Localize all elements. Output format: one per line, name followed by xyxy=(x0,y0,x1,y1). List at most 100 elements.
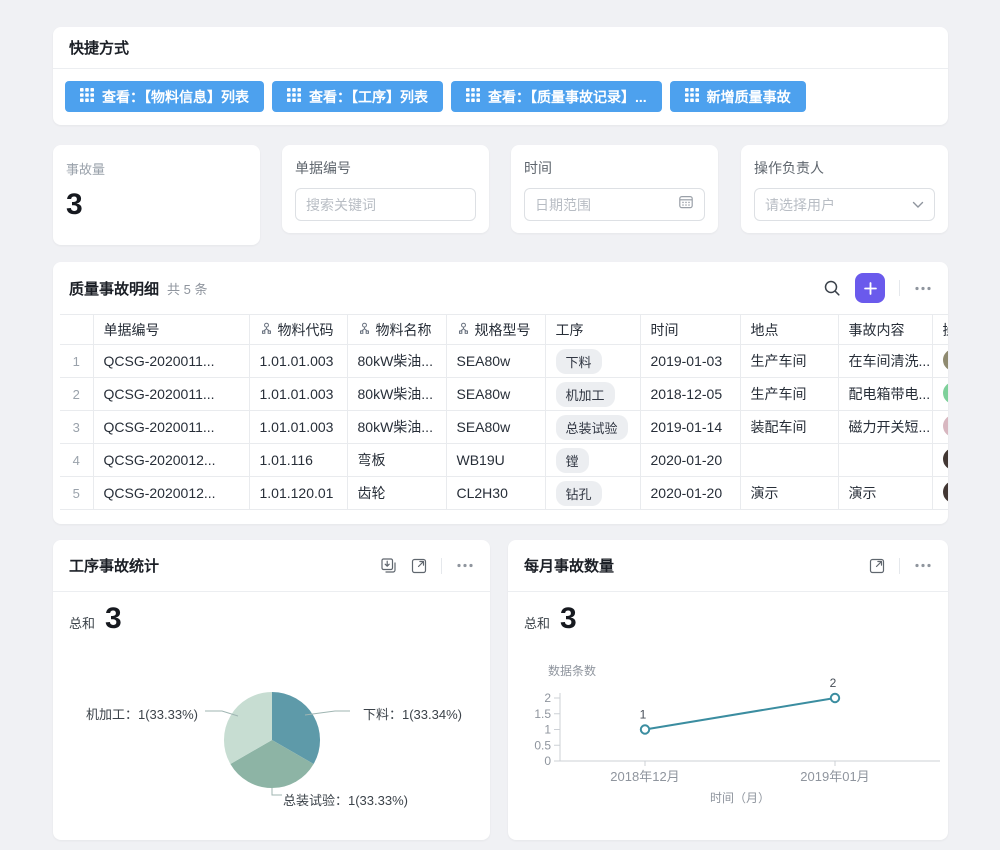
column-header-content[interactable]: 事故内容 xyxy=(838,315,932,345)
cell-spec: SEA80w xyxy=(446,378,545,411)
cell-content: 演示 xyxy=(838,477,932,510)
cell-mat_code: 1.01.01.003 xyxy=(249,378,347,411)
column-header-spec[interactable]: 规格型号 xyxy=(446,315,545,345)
avatar[interactable] xyxy=(943,481,949,503)
process-tag: 下料 xyxy=(556,349,602,374)
pie-leader-line xyxy=(272,788,282,795)
cell-mat_name: 80kW柴油... xyxy=(347,411,446,444)
avatar[interactable] xyxy=(943,382,949,404)
y-tick-label: 0 xyxy=(544,754,551,768)
cell-code: QCSG-2020011... xyxy=(93,378,249,411)
data-point[interactable] xyxy=(831,694,839,702)
cell-place xyxy=(740,444,838,477)
avatar[interactable] xyxy=(943,349,949,371)
cell-num: 3 xyxy=(60,411,93,444)
x-axis-title: 时间（月） xyxy=(710,791,770,805)
table-row[interactable]: 5QCSG-2020012...1.01.120.01齿轮CL2H30钻孔202… xyxy=(60,477,948,510)
cell-process: 钻孔 xyxy=(545,477,640,510)
y-tick-label: 2 xyxy=(544,691,551,705)
expand-icon[interactable] xyxy=(411,558,427,574)
x-tick-label: 2018年12月 xyxy=(610,769,679,784)
chevron-down-icon xyxy=(912,196,924,214)
cell-mat_code: 1.01.116 xyxy=(249,444,347,477)
expand-icon[interactable] xyxy=(869,558,885,574)
cell-num: 1 xyxy=(60,345,93,378)
column-header-num[interactable] xyxy=(60,315,93,345)
more-options-icon[interactable] xyxy=(914,286,932,291)
export-image-icon[interactable] xyxy=(380,557,397,574)
cell-code: QCSG-2020012... xyxy=(93,477,249,510)
avatar[interactable] xyxy=(943,415,949,437)
add-quality-incident-button[interactable]: 新增质量事故 xyxy=(670,81,806,112)
cell-code: QCSG-2020011... xyxy=(93,411,249,444)
cell-mat_name: 弯板 xyxy=(347,444,446,477)
grid-icon xyxy=(80,88,94,105)
pie-chart xyxy=(53,620,490,850)
table-row[interactable]: 2QCSG-2020011...1.01.01.00380kW柴油...SEA8… xyxy=(60,378,948,411)
cell-process: 机加工 xyxy=(545,378,640,411)
table-toolbar: 质量事故明细 共 5 条 xyxy=(53,262,948,314)
table-title: 质量事故明细 xyxy=(69,278,159,299)
cell-time: 2020-01-20 xyxy=(640,477,740,510)
relation-icon xyxy=(260,322,273,338)
cell-place: 生产车间 xyxy=(740,378,838,411)
x-tick-label: 2019年01月 xyxy=(800,769,869,784)
operator-select[interactable]: 请选择用户 xyxy=(754,188,935,221)
cell-time: 2019-01-14 xyxy=(640,411,740,444)
cell-process: 总装试验 xyxy=(545,411,640,444)
cell-process: 镗 xyxy=(545,444,640,477)
more-options-icon[interactable] xyxy=(456,563,474,568)
column-header-code[interactable]: 单据编号 xyxy=(93,315,249,345)
cell-num: 2 xyxy=(60,378,93,411)
cell-mat_code: 1.01.01.003 xyxy=(249,345,347,378)
date-range-picker[interactable]: 日期范围 xyxy=(524,188,705,221)
column-header-mat_name[interactable]: 物料名称 xyxy=(347,315,446,345)
cell-place: 装配车间 xyxy=(740,411,838,444)
incident-count-card: 事故量 3 xyxy=(53,145,260,245)
add-record-button[interactable] xyxy=(855,273,885,303)
shortcuts-card: 快捷方式 查看：【物料信息】列表 查看：【工序】列表 查看：【质量事故记录】..… xyxy=(53,27,948,125)
doc-no-filter-label: 单据编号 xyxy=(282,145,489,178)
y-axis-title: 数据条数 xyxy=(548,663,596,678)
doc-no-search-input[interactable] xyxy=(306,197,465,213)
chart-toolbar-divider xyxy=(899,558,900,574)
operator-filter-label: 操作负责人 xyxy=(741,145,948,178)
column-header-mat_code[interactable]: 物料代码 xyxy=(249,315,347,345)
relation-icon xyxy=(358,322,371,338)
button-label: 查看：【质量事故记录】... xyxy=(488,87,647,107)
cell-num: 4 xyxy=(60,444,93,477)
column-header-avatar[interactable]: 操作负责人 xyxy=(932,315,948,345)
column-header-process[interactable]: 工序 xyxy=(545,315,640,345)
view-quality-records-button[interactable]: 查看：【质量事故记录】... xyxy=(451,81,662,112)
cell-time: 2019-01-03 xyxy=(640,345,740,378)
more-options-icon[interactable] xyxy=(914,563,932,568)
button-label: 新增质量事故 xyxy=(707,87,791,107)
table-row[interactable]: 1QCSG-2020011...1.01.01.00380kW柴油...SEA8… xyxy=(60,345,948,378)
operator-select-placeholder: 请选择用户 xyxy=(765,195,906,215)
view-process-list-button[interactable]: 查看：【工序】列表 xyxy=(272,81,443,112)
process-tag: 机加工 xyxy=(556,382,615,407)
pie-label-jijiagong: 机加工：1(33.33%) xyxy=(86,704,198,723)
view-material-list-button[interactable]: 查看：【物料信息】列表 xyxy=(65,81,264,112)
cell-place: 生产车间 xyxy=(740,345,838,378)
quality-incident-table-card: 质量事故明细 共 5 条 单据编号物料代码物料名称规格型号工序时间地点 xyxy=(53,262,948,524)
operator-filter-card: 操作负责人 请选择用户 xyxy=(741,145,948,233)
data-point-label: 2 xyxy=(830,676,837,690)
search-button[interactable] xyxy=(823,279,841,297)
doc-no-search-box xyxy=(295,188,476,221)
avatar[interactable] xyxy=(943,448,949,470)
cell-avatar xyxy=(932,378,948,411)
process-tag: 钻孔 xyxy=(556,481,602,506)
data-point[interactable] xyxy=(641,725,649,733)
toolbar-divider xyxy=(899,280,900,296)
y-tick-label: 1.5 xyxy=(534,707,551,721)
cell-time: 2020-01-20 xyxy=(640,444,740,477)
table-row[interactable]: 4QCSG-2020012...1.01.116弯板WB19U镗2020-01-… xyxy=(60,444,948,477)
button-label: 查看：【物料信息】列表 xyxy=(102,87,249,107)
column-header-place[interactable]: 地点 xyxy=(740,315,838,345)
cell-mat_code: 1.01.120.01 xyxy=(249,477,347,510)
column-header-time[interactable]: 时间 xyxy=(640,315,740,345)
grid-icon xyxy=(685,88,699,105)
table-row[interactable]: 3QCSG-2020011...1.01.01.00380kW柴油...SEA8… xyxy=(60,411,948,444)
cell-spec: CL2H30 xyxy=(446,477,545,510)
